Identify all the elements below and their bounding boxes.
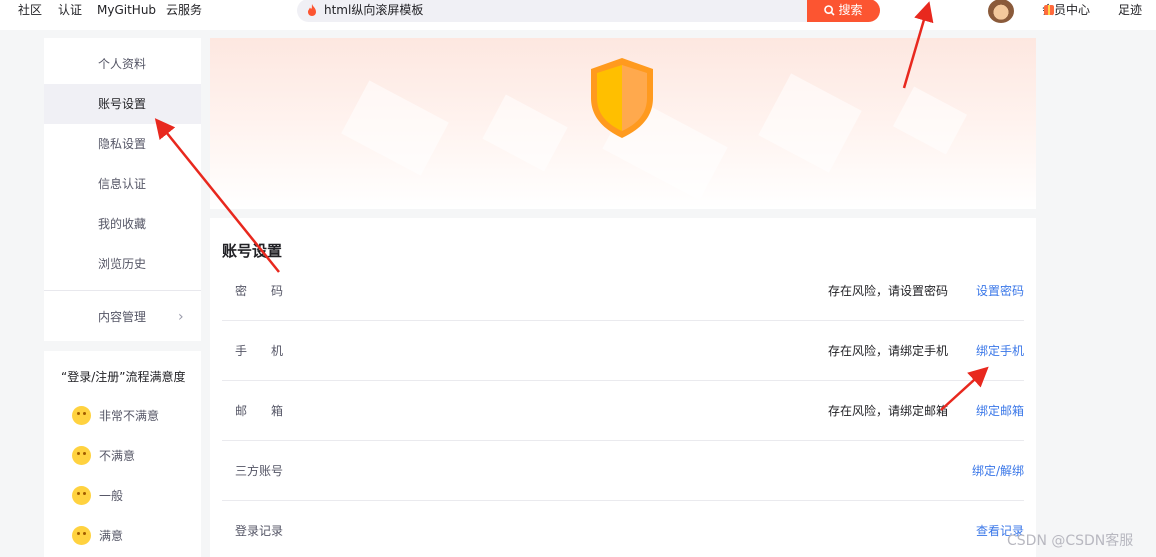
nav-link-certification[interactable]: 认证 (58, 0, 82, 20)
setting-row-label: 手 机 (235, 344, 284, 358)
bind-phone-link[interactable]: 绑定手机 (976, 321, 1024, 381)
sidebar-item-profile[interactable]: 个人资料 (44, 44, 201, 84)
face-unsatisfied-icon (72, 446, 91, 465)
survey-title: “登录/注册”流程满意度 (61, 370, 186, 384)
banner-decoration (758, 73, 862, 173)
sidebar-divider (44, 290, 201, 291)
account-settings-card: 账号设置 密 码 存在风险，请设置密码 设置密码 手 机 存在风险，请绑定手机 … (210, 218, 1036, 557)
chevron-right-icon: › (178, 309, 184, 325)
sidebar-item-history[interactable]: 浏览历史 (44, 244, 201, 284)
search-icon (824, 5, 836, 16)
face-neutral-icon (72, 486, 91, 505)
nav-link-community[interactable]: 社区 (18, 0, 42, 20)
face-satisfied-icon (72, 526, 91, 545)
top-navigation-bar: ‹ 社区 认证 MyGitHub 云服务 html纵向滚屏模板 搜索 会员中心 … (0, 0, 1156, 30)
sidebar-item-privacy[interactable]: 隐私设置 (44, 124, 201, 164)
face-very-unsatisfied-icon (72, 406, 91, 425)
banner-decoration (341, 80, 449, 176)
banner-decoration (482, 94, 568, 172)
sidebar-item-account-settings[interactable]: 账号设置 (44, 84, 201, 124)
bind-unbind-link[interactable]: 绑定/解绑 (972, 441, 1024, 501)
search-button-label: 搜索 (838, 3, 863, 17)
member-center-link[interactable]: 会员中心 (1042, 0, 1090, 20)
watermark: CSDN @CSDN客服 (1007, 533, 1134, 549)
bind-email-link[interactable]: 绑定邮箱 (976, 381, 1024, 441)
setting-row-phone: 手 机 存在风险，请绑定手机 绑定手机 (222, 321, 1024, 381)
sidebar-item-content-management[interactable]: 内容管理 › (44, 297, 201, 337)
nav-link-cloud-service[interactable]: 云服务 (166, 0, 202, 20)
setting-row-label: 密 码 (235, 284, 284, 298)
flame-icon (308, 4, 316, 16)
setting-row-third-party: 三方账号 绑定/解绑 (222, 441, 1024, 501)
sidebar-item-certification[interactable]: 信息认证 (44, 164, 201, 204)
setting-row-status: 存在风险，请设置密码 (827, 284, 948, 298)
footprint-link[interactable]: 足迹 (1118, 0, 1142, 20)
avatar[interactable] (988, 0, 1014, 23)
setting-row-label: 邮 箱 (235, 404, 284, 418)
nav-overflow-chevron-icon[interactable]: ‹ (0, 0, 1, 20)
satisfaction-survey: “登录/注册”流程满意度 非常不满意 不满意 一般 满意 (44, 351, 201, 557)
search-query-text: html纵向滚屏模板 (324, 3, 424, 17)
survey-option-label: 一般 (99, 489, 124, 503)
search-button[interactable]: 搜索 (807, 0, 880, 22)
survey-option-label: 不满意 (99, 449, 136, 463)
setting-row-status: 存在风险，请绑定手机 (827, 344, 948, 358)
search-input[interactable]: html纵向滚屏模板 (297, 0, 880, 22)
page-title: 账号设置 (222, 242, 283, 260)
setting-row-password: 密 码 存在风险，请设置密码 设置密码 (222, 261, 1024, 321)
setting-row-label: 三方账号 (235, 464, 284, 478)
setting-row-label: 登录记录 (235, 524, 284, 538)
content-management-label: 内容管理 (98, 310, 147, 324)
shield-icon (591, 58, 653, 138)
survey-option-label: 满意 (99, 529, 124, 543)
gift-icon (1044, 5, 1054, 15)
setting-row-status: 存在风险，请绑定邮箱 (827, 404, 948, 418)
sidebar-menu: 个人资料 账号设置 隐私设置 信息认证 我的收藏 浏览历史 内容管理 › (44, 38, 201, 341)
sidebar-item-favorites[interactable]: 我的收藏 (44, 204, 201, 244)
setting-row-email: 邮 箱 存在风险，请绑定邮箱 绑定邮箱 (222, 381, 1024, 441)
nav-link-mygithub[interactable]: MyGitHub (97, 0, 156, 20)
survey-option-label: 非常不满意 (99, 409, 160, 423)
banner-decoration (892, 86, 968, 155)
security-banner (210, 38, 1036, 209)
setting-row-login-records: 登录记录 查看记录 (222, 501, 1024, 557)
set-password-link[interactable]: 设置密码 (976, 261, 1024, 321)
